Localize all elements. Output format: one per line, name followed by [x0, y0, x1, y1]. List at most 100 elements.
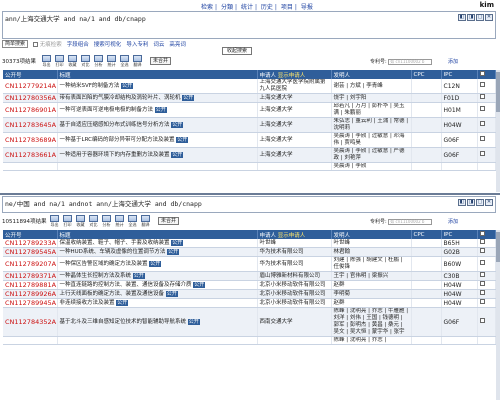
export-button[interactable]: 导出	[42, 54, 51, 67]
row-checkbox[interactable]	[479, 121, 485, 126]
col-title[interactable]: 标题	[57, 230, 258, 239]
patent-number-link[interactable]: CN112789371A	[3, 271, 58, 281]
nav-link-project[interactable]: 项目	[281, 4, 293, 11]
patent-number-link[interactable]: CN112789926A	[3, 289, 58, 299]
col-select[interactable]	[477, 70, 496, 79]
title-text[interactable]: 基于北斗及三维自感知定位技术的智能辅助导航系统	[60, 319, 187, 325]
nav-link-history[interactable]: 历史	[261, 4, 273, 11]
patent-title[interactable]: 一种基于LRC编码的部分异带可分配方法及装置 公开	[57, 132, 258, 148]
unmerge-button[interactable]: 未合并	[150, 56, 172, 65]
title-text[interactable]: 非连续接收方法及装置	[60, 300, 115, 306]
table-row[interactable]: CN112789371A 一种晶体生长控制方法及系统 公开 眉山博雅新材料有限公司王…	[3, 271, 496, 281]
row-checkbox[interactable]	[479, 106, 485, 111]
title-text[interactable]: 上行天线面板的确定方法、装置及通信设备	[60, 291, 165, 297]
patent-number-link[interactable]: CN112789233A	[3, 239, 58, 248]
patent-no-input[interactable]: 如 cn11100002 b	[388, 218, 433, 225]
patent-title[interactable]: 一种晶体生长控制方法及系统 公开	[57, 271, 258, 281]
nav-link-report[interactable]: 导报	[301, 4, 313, 11]
query-text[interactable]: ann/上海交通大学 and na/1 and db/cnapp	[5, 13, 146, 23]
field-combo-link[interactable]: 字段组合	[67, 40, 89, 48]
query-text[interactable]: ne/中国 and na/1 andnot ann/上海交通大学 and db/…	[5, 198, 202, 208]
table-row[interactable]: CN112789233A 保温收纳装置、鞋子、帽子、手套及收纳装置 公开 叶世峰 叶世…	[3, 239, 496, 248]
row-checkbox[interactable]	[479, 299, 485, 304]
stats-button[interactable]: 统计	[107, 54, 116, 67]
patent-title[interactable]	[57, 162, 258, 171]
maximize-icon[interactable]: ▢	[476, 14, 484, 21]
table-row[interactable]: CN112789926A 上行天线面板的确定方法、装置及通信设备 公开 北京小米移动…	[3, 289, 496, 299]
translate-button[interactable]: 翻译	[133, 54, 142, 67]
no-trace-checkbox[interactable]	[33, 42, 39, 47]
col-ipc[interactable]: IPC	[441, 70, 478, 79]
patent-number-link[interactable]: CN112789207A	[3, 256, 58, 272]
patent-title[interactable]: 基于北斗及三维自感知定位技术的智能辅助导航系统 公开	[57, 307, 258, 337]
scrollbar-thumb[interactable]	[496, 232, 500, 262]
row-checkbox[interactable]	[479, 94, 485, 99]
patent-number-link[interactable]: CN112784352A	[3, 307, 58, 337]
col-applicant[interactable]: 申请人 显示申请人	[257, 230, 332, 239]
col-cpc[interactable]: CPC	[411, 230, 442, 239]
row-select[interactable]	[477, 102, 496, 118]
table-row[interactable]: CN112779214A 一种纳米SVF的制备方法 公开 上海交通大学医学院附属第九…	[3, 79, 496, 94]
print-button[interactable]: 打印	[63, 214, 72, 227]
pane-divider[interactable]	[0, 193, 500, 195]
row-checkbox[interactable]	[479, 239, 485, 244]
patent-title[interactable]: 一种纳米SVF的制备方法 公开	[57, 79, 258, 94]
patent-title[interactable]: 上行天线面板的确定方法、装置及通信设备 公开	[57, 289, 258, 299]
compare-button[interactable]: 对比	[81, 54, 90, 67]
print-button[interactable]: 打印	[55, 54, 64, 67]
row-checkbox[interactable]	[479, 318, 485, 323]
patent-number-link[interactable]: CN112783689A	[3, 132, 58, 148]
close-icon[interactable]: ✕	[485, 14, 493, 21]
row-select[interactable]	[477, 336, 496, 345]
nav-link-classify[interactable]: 分類	[221, 4, 233, 11]
patent-number-link[interactable]	[3, 162, 58, 171]
col-ipc[interactable]: IPC	[441, 230, 478, 239]
table-row[interactable]: CN112789207A 一种保区告警区域的确定方法及装置 公开 华为技术有限公司刘…	[3, 256, 496, 272]
select-all-checkbox[interactable]	[479, 231, 485, 236]
analyze-button[interactable]: 分析	[102, 214, 111, 227]
patent-number-link[interactable]: CN112789945A	[3, 298, 58, 308]
search-type-select[interactable]: 简单搜索	[2, 40, 29, 48]
table-row[interactable]: 陈峰 | 沈明亮 | 乔志 |	[3, 336, 496, 345]
title-text[interactable]: 一种HUD系统、车辆及虚像的位置调节方法	[60, 249, 166, 255]
row-select[interactable]	[477, 307, 496, 337]
col-select[interactable]	[477, 230, 496, 239]
close-icon[interactable]: ✕	[485, 199, 493, 206]
table-row[interactable]: CN112783645A 基于自适应压缩感知分布式训练信号分析方法 公开 上海交通大…	[3, 117, 496, 133]
col-applicant[interactable]: 申请人 显示申请人	[257, 70, 332, 79]
row-checkbox[interactable]	[479, 260, 485, 265]
row-select[interactable]	[477, 147, 496, 163]
split-right-icon[interactable]: ◨	[467, 14, 475, 21]
stats-button[interactable]: 统计	[115, 214, 124, 227]
favorite-button[interactable]: 收藏	[68, 54, 77, 67]
select-all-checkbox[interactable]	[479, 71, 485, 76]
unmerge-button[interactable]: 未合并	[158, 216, 180, 225]
title-text[interactable]: 一种基于LRC编码的部分异带可分配方法及装置	[60, 137, 175, 143]
row-select[interactable]	[477, 162, 496, 171]
row-checkbox[interactable]	[479, 281, 485, 286]
user-name[interactable]: kim	[480, 1, 494, 9]
translate-button[interactable]: 翻译	[141, 214, 150, 227]
nav-link-stats[interactable]: 统计	[241, 4, 253, 11]
query-input[interactable]: ann/上海交通大学 and na/1 and db/cnapp ◧ ◨ ▢ ✕	[2, 11, 496, 39]
title-text[interactable]: 一种适用于容器环境下的内存重删方法及装置	[60, 152, 170, 158]
patent-title[interactable]: 一种可逆表面可逆电极电极的制备方法 公开	[57, 102, 258, 118]
row-select[interactable]	[477, 289, 496, 299]
patent-title[interactable]	[57, 336, 258, 345]
col-cpc[interactable]: CPC	[411, 70, 442, 79]
title-text[interactable]: 一种保区告警区域的确定方法及装置	[60, 261, 148, 267]
row-select[interactable]	[477, 298, 496, 308]
table-row[interactable]: CN112786901A 一种可逆表面可逆电极电极的制备方法 公开 上海交通大学 邱若…	[3, 102, 496, 118]
patent-title[interactable]: 带有表面凹陷的气膜冷却结构及涡轮叶片、涡轮机 公开	[57, 93, 258, 103]
row-select[interactable]	[477, 256, 496, 272]
search-visual-link[interactable]: 搜索可视化	[94, 40, 122, 48]
split-right-icon[interactable]: ◨	[467, 199, 475, 206]
table-row[interactable]: CN112780356A 带有表面凹陷的气膜冷却结构及涡轮叶片、涡轮机 公开 上海交…	[3, 93, 496, 103]
row-select[interactable]	[477, 93, 496, 103]
patent-number-link[interactable]: CN112779214A	[3, 79, 58, 94]
export-button[interactable]: 导出	[50, 214, 59, 227]
row-select[interactable]	[477, 239, 496, 248]
highlight-words-link[interactable]: 高亮词	[169, 40, 186, 48]
patent-number-link[interactable]: CN112789545A	[3, 247, 58, 257]
word-cloud-link[interactable]: 词云	[153, 40, 164, 48]
